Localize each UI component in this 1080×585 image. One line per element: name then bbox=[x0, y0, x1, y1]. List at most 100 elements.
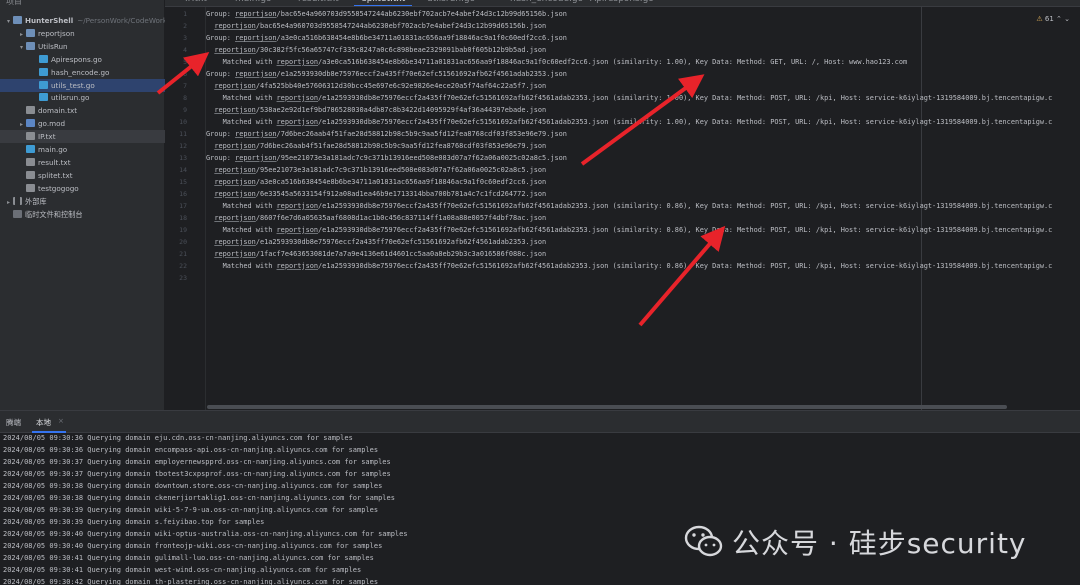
tree-item[interactable]: ▾ UtilsRun bbox=[0, 40, 165, 53]
code-line: reportjson/4fa525bb40e57606312d30bcc45e6… bbox=[214, 81, 547, 90]
tree-item-label: domain.txt bbox=[38, 106, 78, 116]
line-number: 10 bbox=[179, 117, 187, 126]
tree-item[interactable]: IP.txt bbox=[0, 130, 165, 144]
path-token: reportjson bbox=[214, 249, 256, 258]
tree-item[interactable]: ▸ reportjson bbox=[0, 27, 165, 40]
tree-item[interactable]: main.go bbox=[0, 143, 165, 156]
tree-item-label: 外部库 bbox=[25, 196, 47, 206]
path-token: reportjson bbox=[276, 117, 319, 126]
code-editor[interactable]: 1 2 3 4 5 6 7 8 9 10 11 12 13 14 15 16 17 18 19 20 21 22 23 Gr… bbox=[165, 7, 1080, 410]
editor-tab-bar: IP.txt main.go result.txt splitet.txt utilsr… bbox=[165, 0, 1080, 7]
line-number: 1 bbox=[183, 10, 187, 18]
editor-tab[interactable]: splitet.txt bbox=[362, 0, 405, 4]
tree-item[interactable]: hash_encode.go bbox=[0, 66, 165, 79]
path-token: reportjson bbox=[235, 153, 277, 162]
line-number: 9 bbox=[183, 105, 187, 114]
library-icon bbox=[13, 196, 22, 205]
editor-tab[interactable]: Apirespons.go bbox=[590, 0, 654, 4]
code-line: reportjson/8607f6e7d6a05635aaf6808d1ac1b… bbox=[214, 213, 547, 222]
line-number: 18 bbox=[179, 213, 187, 222]
code-line: Matched with reportjson/e1a2593930db8e75… bbox=[206, 93, 1053, 102]
tree-item[interactable]: splitet.txt bbox=[0, 169, 165, 182]
line-number: 3 bbox=[183, 33, 187, 42]
code-line: reportjson/7d6bec26aab4f51fae28d58812b98… bbox=[214, 141, 547, 150]
tree-item[interactable]: ▾ HunterShell ~/PersonWork/CodeWork/G bbox=[0, 14, 175, 27]
watermark-text: 公众号 · 硅步security bbox=[732, 527, 1027, 560]
code-line: Matched with reportjson/a3e0ca516b638454… bbox=[206, 57, 908, 66]
line-number: 7 bbox=[183, 81, 187, 90]
console-line: 2024/08/05 09:30:41 Querying domain west… bbox=[3, 566, 362, 574]
editor-content[interactable]: Group: reportjson/bac65e4a960703d9558547… bbox=[206, 7, 1080, 410]
code-line: Matched with reportjson/e1a2593930db8e75… bbox=[206, 201, 1053, 210]
path-token: reportjson bbox=[214, 189, 256, 198]
text-file-icon bbox=[26, 183, 35, 192]
go-file-icon bbox=[39, 67, 48, 76]
code-line: reportjson/6e33545a5633154f912a08ad1ea46… bbox=[214, 189, 547, 198]
tree-item-label: Apirespons.go bbox=[51, 54, 102, 64]
tree-item-label: utilsrun.go bbox=[51, 93, 90, 103]
code-line: Group: reportjson/a3e0ca516b638454e8b6be… bbox=[206, 33, 567, 42]
console-line: 2024/08/05 09:30:36 Querying domain eju.… bbox=[3, 434, 353, 442]
line-number: 12 bbox=[179, 141, 187, 150]
folder-icon bbox=[26, 28, 35, 37]
editor-tab[interactable]: result.txt bbox=[298, 0, 339, 4]
code-line: reportjson/30c382f5fc56a65747cf335c8247a… bbox=[214, 45, 547, 54]
chevron-up-icon[interactable]: ⌃ bbox=[1056, 15, 1062, 23]
console-line: 2024/08/05 09:30:40 Querying domain fron… bbox=[3, 542, 383, 550]
code-line: reportjson/a3e0ca516b638454e8b6be34711a0… bbox=[214, 177, 547, 186]
console-line: 2024/08/05 09:30:38 Querying domain down… bbox=[3, 482, 383, 490]
go-file-icon bbox=[39, 93, 48, 102]
tree-item[interactable]: result.txt bbox=[0, 156, 165, 169]
wechat-watermark: 公众号 · 硅步security bbox=[684, 520, 1027, 564]
console-icon bbox=[13, 209, 22, 218]
code-line: reportjson/1facf7e463653081de7a7a9e4136e… bbox=[214, 249, 547, 258]
path-token: reportjson bbox=[214, 105, 256, 114]
go-file-icon bbox=[26, 145, 35, 153]
chevron-down-icon[interactable]: ⌄ bbox=[1064, 15, 1070, 23]
line-number: 2 bbox=[183, 21, 187, 30]
sidebar-header: 项目 bbox=[6, 0, 22, 6]
close-tab-icon[interactable]: × bbox=[58, 417, 64, 425]
path-token: reportjson bbox=[235, 129, 277, 138]
project-path: ~/PersonWork/CodeWork/G bbox=[77, 16, 176, 25]
path-token: reportjson bbox=[214, 177, 256, 186]
console-line: 2024/08/05 09:30:40 Querying domain wiki… bbox=[3, 530, 408, 538]
tree-item[interactable]: domain.txt bbox=[0, 104, 165, 117]
code-line: Group: reportjson/bac65e4a960703d9558547… bbox=[206, 10, 567, 18]
inspection-widget[interactable]: ⚠ 61 ⌃ ⌄ bbox=[1036, 15, 1070, 23]
line-number: 20 bbox=[179, 237, 187, 246]
text-file-icon bbox=[26, 170, 35, 179]
path-token: reportjson bbox=[214, 213, 256, 222]
panel-tab[interactable]: 腾端 bbox=[6, 417, 21, 428]
tree-item-label: reportjson bbox=[38, 28, 75, 38]
tree-item[interactable]: Apirespons.go bbox=[0, 53, 165, 66]
tree-item-label: splitet.txt bbox=[38, 170, 73, 180]
go-file-icon bbox=[39, 54, 48, 63]
tree-item-label: go.mod bbox=[38, 119, 66, 129]
tree-item[interactable]: testgogogo bbox=[0, 182, 165, 195]
line-number: 22 bbox=[179, 261, 187, 270]
wechat-logo-icon bbox=[684, 525, 723, 557]
panel-tab[interactable]: 本地 bbox=[36, 417, 51, 428]
folder-icon bbox=[26, 41, 35, 50]
tree-item[interactable]: ▸ go.mod bbox=[0, 117, 165, 130]
editor-tab[interactable]: hash_encode.go bbox=[510, 0, 583, 4]
console-line: 2024/08/05 09:30:37 Querying domain tbot… bbox=[3, 470, 391, 478]
line-number: 23 bbox=[179, 273, 187, 282]
path-token: reportjson bbox=[276, 201, 319, 210]
console-line: 2024/08/05 09:30:36 Querying domain enco… bbox=[3, 446, 379, 454]
folder-icon bbox=[13, 16, 22, 24]
tree-item[interactable]: utils_test.go bbox=[0, 78, 165, 92]
text-file-icon bbox=[26, 132, 35, 141]
editor-tab[interactable]: utilsrun.go bbox=[427, 0, 475, 4]
tree-item-label: 临时文件和控制台 bbox=[25, 209, 83, 219]
editor-tab[interactable]: IP.txt bbox=[185, 0, 207, 4]
horizontal-scrollbar[interactable] bbox=[207, 405, 1007, 409]
tree-item[interactable]: utilsrun.go bbox=[0, 91, 165, 104]
tree-item[interactable]: ▸ 外部库 bbox=[0, 195, 165, 208]
editor-tab[interactable]: main.go bbox=[235, 0, 272, 4]
text-file-icon bbox=[26, 157, 35, 166]
tree-item-label: HunterShell bbox=[25, 16, 74, 25]
line-number: 21 bbox=[179, 249, 187, 258]
tree-item[interactable]: 临时文件和控制台 bbox=[0, 208, 165, 221]
